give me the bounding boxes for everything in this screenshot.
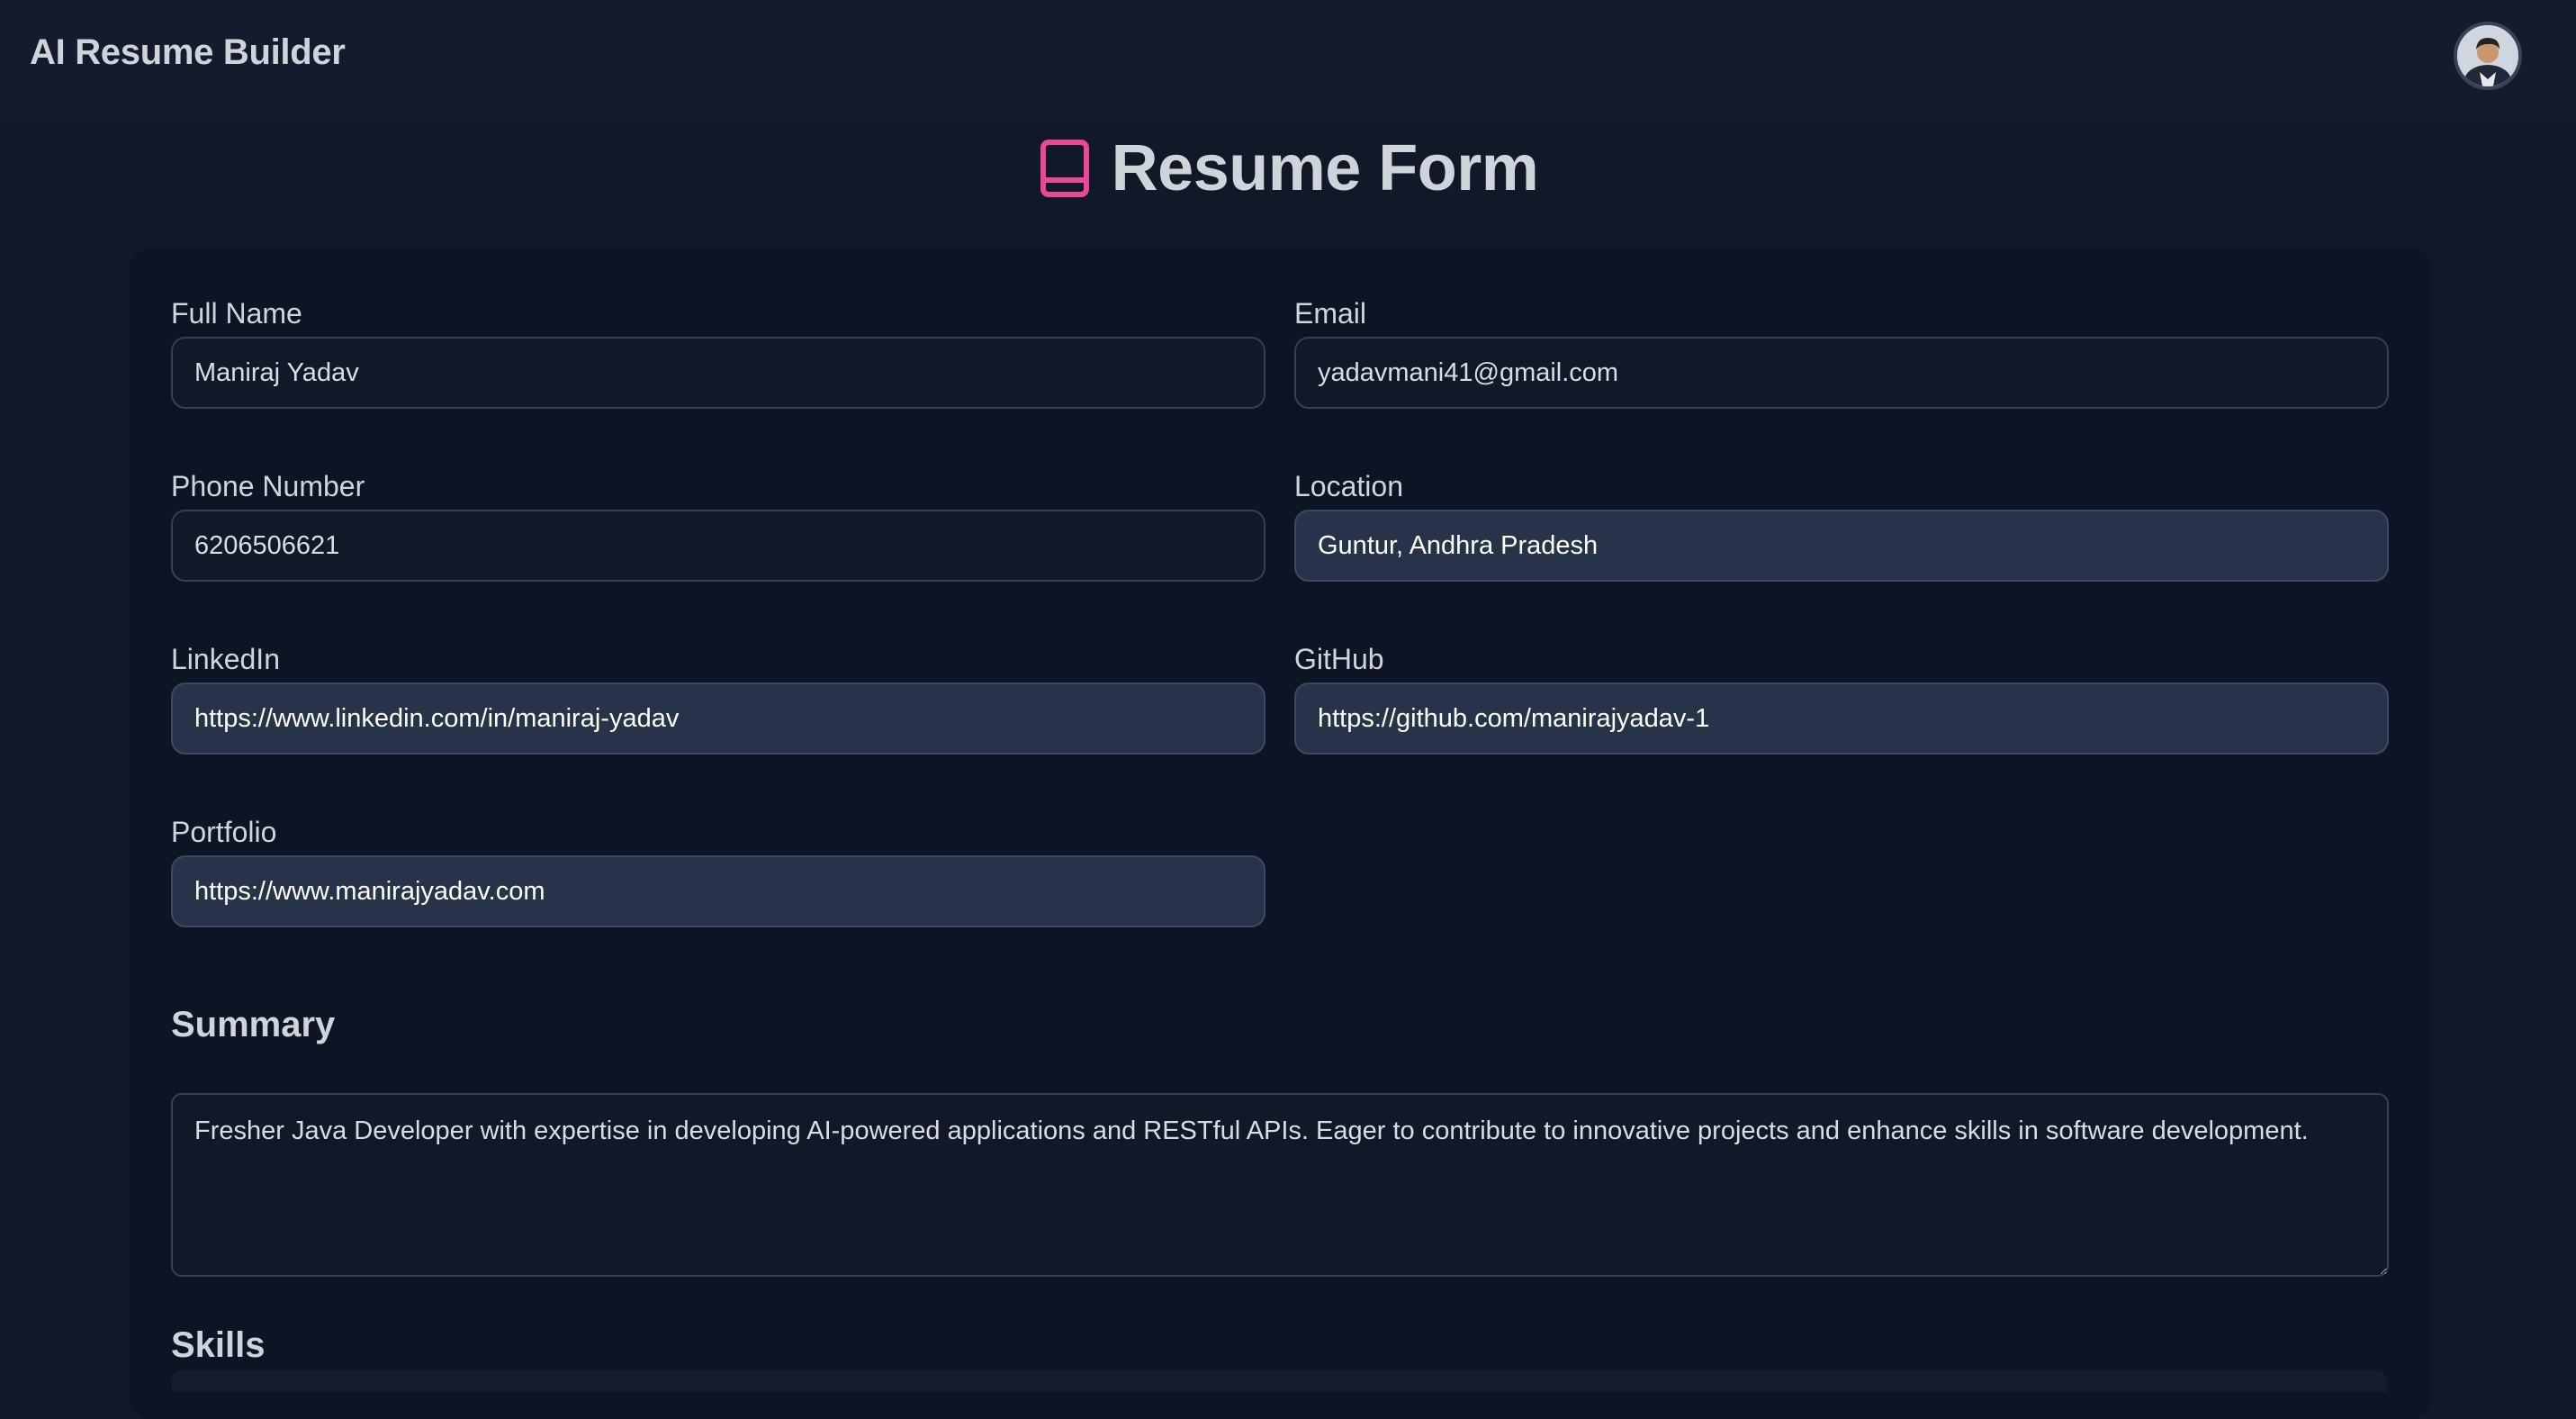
skills-section bbox=[171, 1370, 2387, 1392]
summary-textarea[interactable]: Fresher Java Developer with expertise in… bbox=[171, 1093, 2389, 1277]
linkedin-input[interactable] bbox=[171, 682, 1265, 755]
top-navbar: AI Resume Builder bbox=[0, 0, 2576, 117]
phone-input[interactable] bbox=[171, 510, 1265, 582]
summary-heading: Summary bbox=[171, 1005, 336, 1044]
portfolio-label: Portfolio bbox=[171, 816, 277, 848]
github-label: GitHub bbox=[1294, 643, 1384, 675]
user-avatar[interactable] bbox=[2454, 22, 2522, 90]
portfolio-input[interactable] bbox=[171, 855, 1265, 927]
email-label: Email bbox=[1294, 297, 1367, 330]
phone-label: Phone Number bbox=[171, 470, 365, 502]
user-photo bbox=[2457, 25, 2518, 86]
email-input[interactable] bbox=[1294, 337, 2389, 409]
github-input[interactable] bbox=[1294, 682, 2389, 755]
full-name-label: Full Name bbox=[171, 297, 302, 330]
location-input[interactable] bbox=[1294, 510, 2389, 582]
location-label: Location bbox=[1294, 470, 1403, 502]
page-title: Resume Form bbox=[0, 131, 2576, 205]
page-title-text: Resume Form bbox=[1111, 132, 1539, 204]
linkedin-label: LinkedIn bbox=[171, 643, 280, 675]
full-name-input[interactable] bbox=[171, 337, 1265, 409]
book-icon bbox=[1040, 140, 1089, 197]
skills-heading: Skills bbox=[171, 1325, 266, 1365]
app-title[interactable]: AI Resume Builder bbox=[30, 32, 346, 73]
